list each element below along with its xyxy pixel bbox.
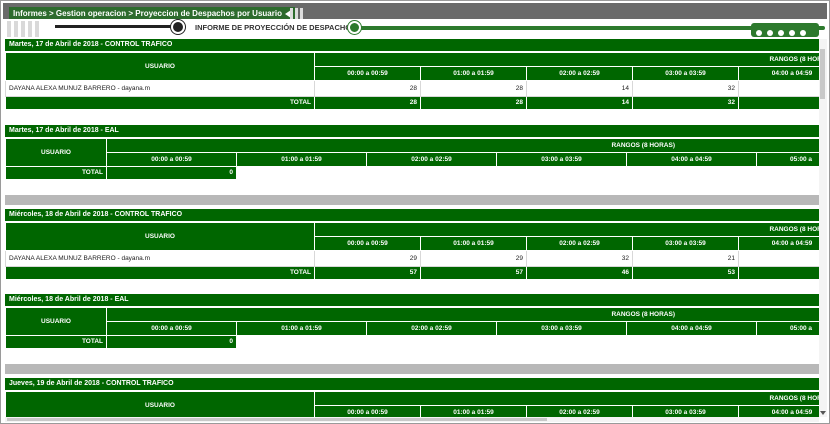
total-cell: 53 bbox=[632, 266, 739, 280]
rangos-header: RANGOS (8 HORAS) bbox=[106, 138, 823, 153]
section-divider bbox=[5, 195, 823, 205]
total-cell: 57 bbox=[420, 266, 527, 280]
range-header: 00:00 a 00:59 bbox=[314, 405, 421, 417]
range-header: 00:00 a 00:59 bbox=[106, 152, 237, 167]
rangos-header: RANGOS (8 HORAS) bbox=[313, 222, 823, 237]
value-cell: 28 bbox=[420, 80, 527, 97]
section-title: Miércoles, 18 de Abril de 2018 - EAL bbox=[5, 294, 823, 306]
report-table: USUARIO RANGOS (8 HORAS) 00:00 a 00:59 0… bbox=[5, 138, 823, 180]
total-cell bbox=[737, 266, 823, 280]
value-cell: 14 bbox=[526, 80, 633, 97]
range-header: 01:00 a 01:59 bbox=[236, 321, 367, 336]
section-title: Miércoles, 18 de Abril de 2018 - CONTROL… bbox=[5, 209, 823, 221]
report-content: Martes, 17 de Abril de 2018 - CONTROL TR… bbox=[5, 39, 823, 417]
range-header: 03:00 a 03:59 bbox=[632, 236, 739, 251]
value-cell: 32 bbox=[526, 250, 633, 267]
total-label: TOTAL bbox=[5, 335, 107, 349]
range-header: 02:00 a 02:59 bbox=[366, 321, 497, 336]
range-header: 02:00 a 02:59 bbox=[526, 405, 633, 417]
section-title: Martes, 17 de Abril de 2018 - CONTROL TR… bbox=[5, 39, 823, 51]
usuario-header: USUARIO bbox=[5, 391, 315, 417]
left-slider-track[interactable] bbox=[55, 25, 173, 28]
range-header: 01:00 a 01:59 bbox=[420, 405, 527, 417]
total-cell: 57 bbox=[314, 266, 421, 280]
range-header: 00:00 a 00:59 bbox=[106, 321, 237, 336]
usuario-header: USUARIO bbox=[5, 222, 315, 251]
value-cell: 29 bbox=[314, 250, 421, 267]
range-header: 04:00 a 04:59 bbox=[626, 152, 757, 167]
range-header: 02:00 a 02:59 bbox=[366, 152, 497, 167]
total-cell: 28 bbox=[420, 96, 527, 110]
total-cell bbox=[737, 96, 823, 110]
usuario-header: USUARIO bbox=[5, 307, 107, 336]
total-cell: 14 bbox=[526, 96, 633, 110]
range-header: 03:00 a 03:59 bbox=[632, 66, 739, 81]
left-slider-knob[interactable] bbox=[171, 20, 185, 34]
page-title: INFORME DE PROYECCIÓN DE DESPACHOS bbox=[195, 23, 357, 32]
horizontal-scrollbar[interactable] bbox=[5, 417, 819, 422]
resize-grip-icon[interactable] bbox=[290, 7, 310, 20]
report-table: USUARIO RANGOS (8 HORAS) 00:00 a 00:59 0… bbox=[5, 307, 823, 349]
value-cell: 32 bbox=[632, 80, 739, 97]
range-header: 02:00 a 02:59 bbox=[526, 66, 633, 81]
usuario-header: USUARIO bbox=[5, 138, 107, 167]
rangos-header: RANGOS (8 HORAS) bbox=[106, 307, 823, 322]
range-header: 05:00 a bbox=[756, 321, 823, 336]
range-header: 00:00 a 00:59 bbox=[314, 66, 421, 81]
user-cell: DAYANA ALEXA MUNUZ BARRERO - dayana.m bbox=[5, 80, 315, 97]
range-header: 01:00 a 01:59 bbox=[420, 236, 527, 251]
report-table: USUARIO RANGOS (8 HORAS) 00:00 a 00:59 0… bbox=[5, 52, 823, 110]
range-header: 03:00 a 03:59 bbox=[496, 321, 627, 336]
total-cell: 46 bbox=[526, 266, 633, 280]
total-label: TOTAL bbox=[5, 96, 315, 110]
total-cell: 32 bbox=[632, 96, 739, 110]
report-table: USUARIO RANGOS (8 HORAS) 00:00 a 00:59 0… bbox=[5, 222, 823, 280]
range-header: 00:00 a 00:59 bbox=[314, 236, 421, 251]
value-cell bbox=[737, 80, 823, 97]
report-toolbar: INFORME DE PROYECCIÓN DE DESPACHOS bbox=[3, 19, 827, 39]
total-cell: 28 bbox=[314, 96, 421, 110]
range-header: 05:00 a bbox=[756, 152, 823, 167]
section-title: Martes, 17 de Abril de 2018 - EAL bbox=[5, 125, 823, 137]
usuario-header: USUARIO bbox=[5, 52, 315, 81]
report-table: USUARIO RANGOS (8 HORAS) 00:00 a 00:59 0… bbox=[5, 391, 823, 417]
report-window: Informes > Gestion operacion > Proyeccio… bbox=[0, 0, 830, 424]
range-header: 03:00 a 03:59 bbox=[496, 152, 627, 167]
range-header: 04:00 a 04:59 bbox=[737, 236, 823, 251]
value-cell: 21 bbox=[632, 250, 739, 267]
total-cell: 0 bbox=[106, 335, 237, 349]
total-cell: 0 bbox=[106, 166, 237, 180]
total-label: TOTAL bbox=[5, 166, 107, 180]
section-divider bbox=[5, 364, 823, 374]
breadcrumb-text[interactable]: Informes > Gestion operacion > Proyeccio… bbox=[13, 9, 282, 18]
value-cell: 29 bbox=[420, 250, 527, 267]
range-header: 03:00 a 03:59 bbox=[632, 405, 739, 417]
pagination-dots[interactable] bbox=[751, 23, 819, 37]
user-cell: DAYANA ALEXA MUNUZ BARRERO - dayana.m bbox=[5, 250, 315, 267]
value-cell: 28 bbox=[314, 80, 421, 97]
vertical-scrollbar[interactable] bbox=[819, 39, 827, 417]
horizontal-scroll-thumb[interactable] bbox=[7, 418, 547, 421]
scroll-down-arrow-icon[interactable] bbox=[820, 411, 826, 415]
range-header: 02:00 a 02:59 bbox=[526, 236, 633, 251]
rangos-header: RANGOS (8 HORAS) bbox=[313, 52, 823, 67]
section-title: Jueves, 19 de Abril de 2018 - CONTROL TR… bbox=[5, 378, 823, 390]
value-cell bbox=[737, 250, 823, 267]
range-header: 04:00 a 04:59 bbox=[737, 66, 823, 81]
total-label: TOTAL bbox=[5, 266, 315, 280]
vertical-scroll-thumb[interactable] bbox=[820, 49, 825, 99]
right-slider-knob[interactable] bbox=[348, 21, 361, 34]
rangos-header: RANGOS (8 HORAS) bbox=[313, 391, 823, 406]
range-header: 04:00 a 04:59 bbox=[737, 405, 823, 417]
breadcrumb-bar: Informes > Gestion operacion > Proyeccio… bbox=[3, 3, 827, 20]
range-header: 01:00 a 01:59 bbox=[420, 66, 527, 81]
range-header: 04:00 a 04:59 bbox=[626, 321, 757, 336]
range-header: 01:00 a 01:59 bbox=[236, 152, 367, 167]
